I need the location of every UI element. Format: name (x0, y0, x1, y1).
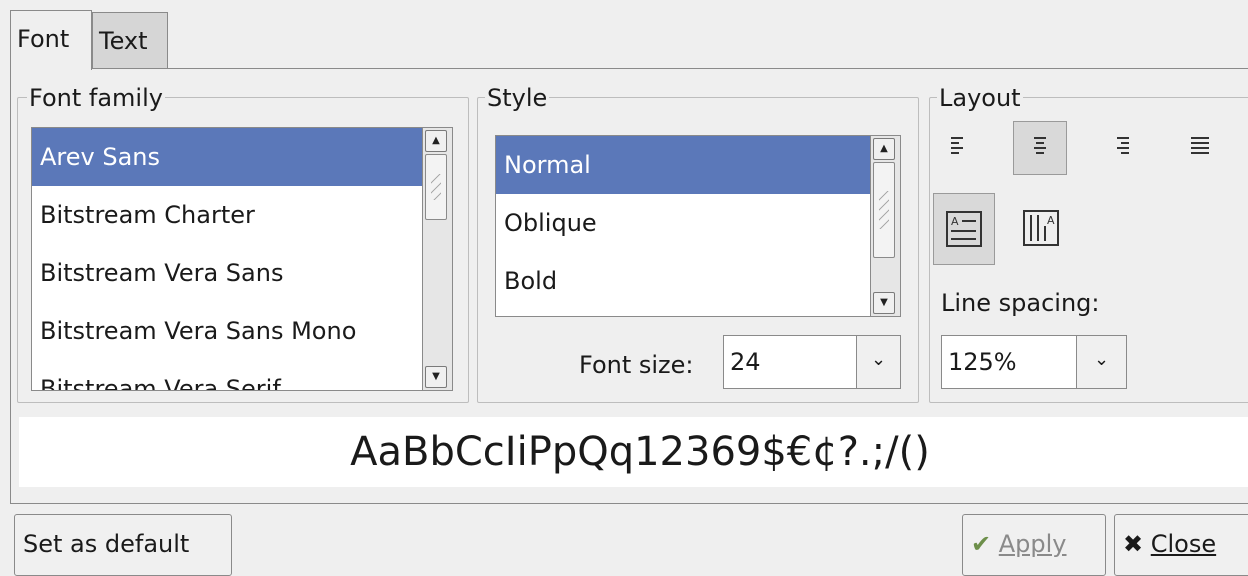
justify-icon (1191, 137, 1209, 159)
line-spacing-label: Line spacing: (941, 289, 1100, 317)
align-right-icon (1111, 137, 1129, 159)
svg-text:A: A (1047, 214, 1055, 227)
line-spacing-value[interactable]: 125% (948, 336, 1017, 388)
close-label: Close (1150, 530, 1217, 558)
align-right-button[interactable] (1093, 121, 1147, 175)
scroll-down-icon[interactable]: ▼ (873, 292, 895, 314)
tab-text[interactable]: Text (92, 12, 168, 68)
font-size-combo[interactable]: 24 ⌄ (723, 335, 901, 389)
tab-text-label: Text (99, 27, 148, 55)
font-family-item[interactable]: Bitstream Vera Sans (32, 244, 422, 302)
svg-text:A: A (951, 215, 959, 228)
scroll-up-icon[interactable]: ▲ (425, 130, 447, 152)
font-family-item[interactable]: Bitstream Charter (32, 186, 422, 244)
scrollbar-thumb[interactable] (873, 162, 895, 258)
style-item[interactable]: Oblique (496, 194, 870, 252)
horizontal-text-icon: A (946, 211, 982, 247)
font-size-value[interactable]: 24 (730, 336, 761, 388)
chevron-down-icon[interactable]: ⌄ (856, 336, 900, 388)
horizontal-text-button[interactable]: A (933, 193, 995, 265)
vertical-text-icon: A (1023, 210, 1059, 246)
close-icon: ✖ (1123, 530, 1144, 558)
scrollbar-thumb[interactable] (425, 154, 447, 220)
style-item[interactable]: Normal (496, 136, 870, 194)
line-spacing-combo[interactable]: 125% ⌄ (941, 335, 1127, 389)
checkmark-icon: ✔ (971, 530, 992, 558)
font-tab-panel: Font family Arev Sans Bitstream Charter … (10, 68, 1248, 504)
align-center-icon (1031, 137, 1049, 159)
apply-button[interactable]: ✔ Apply (962, 514, 1106, 576)
align-left-icon (951, 137, 969, 159)
tab-font[interactable]: Font (10, 10, 92, 70)
font-family-list[interactable]: Arev Sans Bitstream Charter Bitstream Ve… (31, 127, 423, 391)
chevron-down-icon[interactable]: ⌄ (1076, 336, 1126, 388)
vertical-text-button[interactable]: A (1011, 193, 1073, 265)
align-left-button[interactable] (933, 121, 987, 175)
tab-font-label: Font (17, 25, 70, 53)
font-family-item[interactable]: Arev Sans (32, 128, 422, 186)
set-default-button[interactable]: Set as default (14, 514, 232, 576)
font-family-scrollbar[interactable]: ▲ ▼ (423, 127, 453, 391)
style-list[interactable]: Normal Oblique Bold (495, 135, 871, 317)
font-family-item[interactable]: Bitstream Vera Serif (32, 360, 422, 390)
scroll-down-icon[interactable]: ▼ (425, 366, 447, 388)
layout-legend: Layout (937, 84, 1023, 112)
style-scrollbar[interactable]: ▲ ▼ (871, 135, 901, 317)
set-default-label: Set as default (23, 530, 190, 558)
font-preview: AaBbCcIiPpQq12369$€¢?.;/() (19, 417, 1248, 487)
font-family-item[interactable]: Bitstream Vera Sans Mono (32, 302, 422, 360)
justify-button[interactable] (1173, 121, 1227, 175)
font-size-label: Font size: (579, 351, 694, 379)
align-center-button[interactable] (1013, 121, 1067, 175)
close-button[interactable]: ✖ Close (1114, 514, 1248, 576)
style-item[interactable]: Bold (496, 252, 870, 310)
apply-label: Apply (998, 530, 1067, 558)
scroll-up-icon[interactable]: ▲ (873, 138, 895, 160)
style-legend: Style (485, 84, 550, 112)
font-family-legend: Font family (27, 84, 165, 112)
